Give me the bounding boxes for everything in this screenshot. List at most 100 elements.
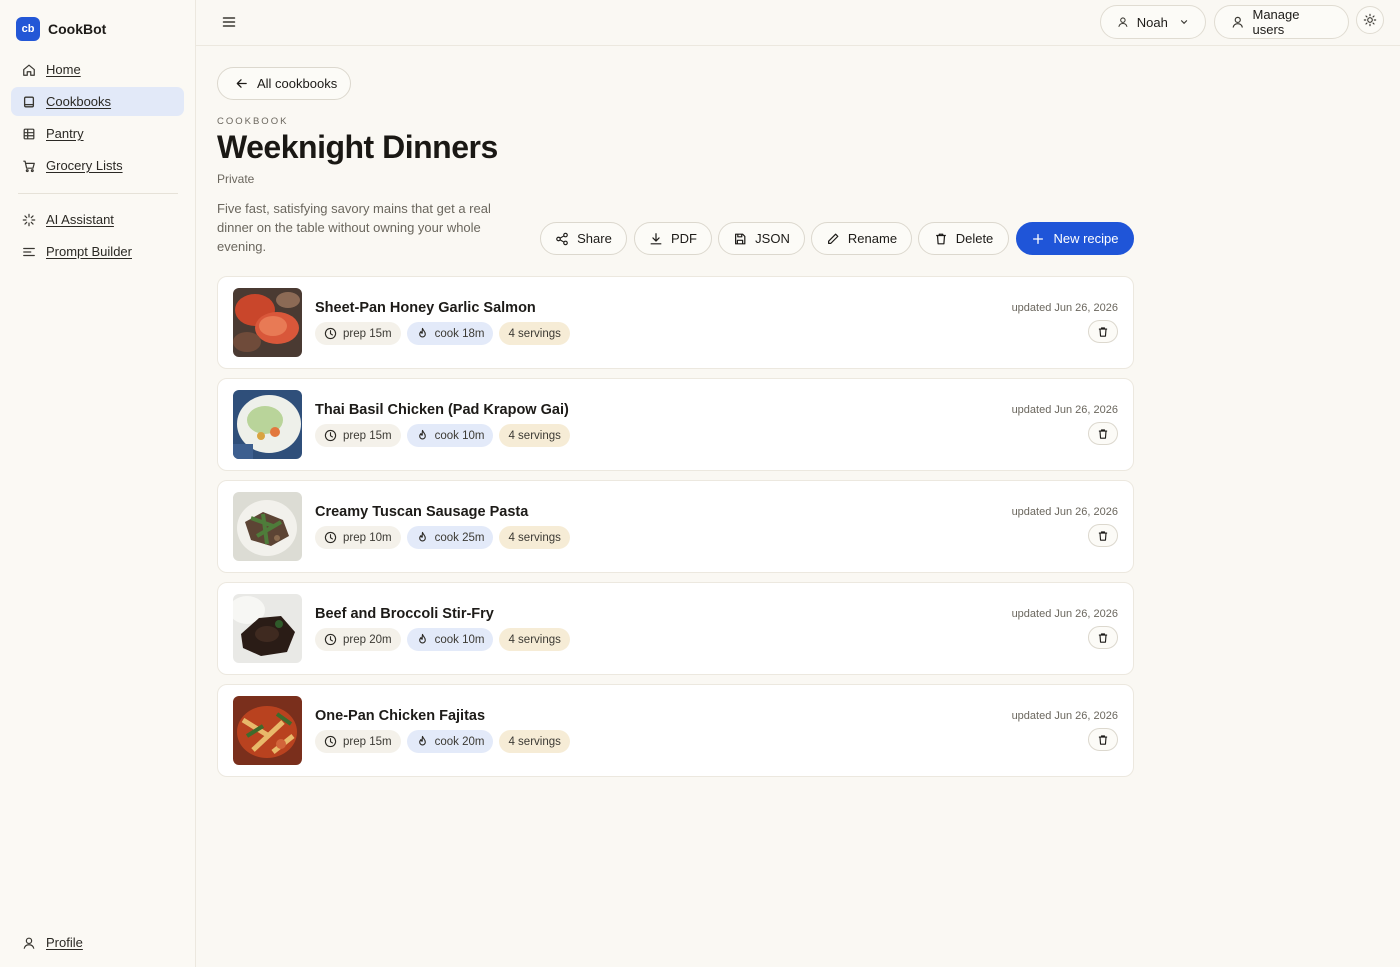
cook-time-label: cook 25m [434,531,485,544]
sidebar-item-label: Grocery Lists [46,158,123,173]
clock-icon [324,429,337,442]
prep-time-label: prep 15m [343,735,392,748]
share-icon [556,232,568,245]
recipe-title: Thai Basil Chicken (Pad Krapow Gai) [315,402,569,418]
recipe-card[interactable]: Creamy Tuscan Sausage Pasta prep 10m coo… [217,480,1134,573]
sidebar-item-home[interactable]: Home [11,55,184,84]
flame-icon [418,633,426,644]
delete-cookbook-button[interactable]: Delete [918,222,1009,255]
clock-icon [324,327,337,340]
recipe-thumbnail [233,594,302,663]
json-label: JSON [755,231,790,246]
recipe-card[interactable]: One-Pan Chicken Fajitas prep 15m cook 20… [217,684,1134,777]
new-recipe-label: New recipe [1053,231,1119,246]
sidebar-item-profile[interactable]: Profile [11,928,184,957]
prep-time-label: prep 20m [343,633,392,646]
pdf-label: PDF [671,231,697,246]
new-recipe-button[interactable]: New recipe [1016,222,1134,255]
lines-icon [23,247,35,256]
servings-label: 4 servings [508,327,561,340]
brand-logo: cb [16,17,40,41]
trash-icon [1098,530,1108,541]
sidebar-item-label: Profile [46,935,83,950]
plus-icon [1033,233,1044,244]
prep-time-chip: prep 15m [315,424,401,447]
rename-label: Rename [847,231,898,246]
delete-recipe-button[interactable] [1088,524,1118,547]
json-button[interactable]: JSON [718,222,805,255]
page-eyebrow: COOKBOOK [217,116,289,127]
trash-icon [1098,326,1108,337]
flame-icon [418,429,426,440]
cook-time-label: cook 20m [434,735,485,748]
user-icon [23,937,35,949]
menu-toggle-button[interactable] [220,14,238,30]
prep-time-chip: prep 15m [315,730,401,753]
delete-recipe-button[interactable] [1088,422,1118,445]
pdf-button[interactable]: PDF [634,222,712,255]
manage-users-button[interactable]: Manage users [1214,5,1349,39]
sidebar-item-label: Prompt Builder [46,244,132,259]
sidebar-divider [18,193,178,194]
recipe-card[interactable]: Sheet-Pan Honey Garlic Salmon prep 15m c… [217,276,1134,369]
recipe-title: One-Pan Chicken Fajitas [315,708,486,724]
back-to-cookbooks-button[interactable]: All cookbooks [217,67,351,100]
updated-date: updated Jun 26, 2026 [1011,710,1118,722]
recipe-title: Creamy Tuscan Sausage Pasta [315,504,529,520]
clock-icon [324,633,337,646]
delete-recipe-button[interactable] [1088,320,1118,343]
updated-date: updated Jun 26, 2026 [1011,404,1118,416]
back-label: All cookbooks [257,76,338,91]
theme-toggle-button[interactable] [1356,6,1384,34]
recipe-card[interactable]: Beef and Broccoli Stir-Fry prep 20m cook… [217,582,1134,675]
recipe-thumbnail [233,288,302,357]
prep-time-chip: prep 20m [315,628,401,651]
sidebar-item-ai-assistant[interactable]: AI Assistant [11,205,184,234]
sidebar-item-prompt-builder[interactable]: Prompt Builder [11,237,184,266]
arrow-left-icon [236,79,247,88]
servings-chip: 4 servings [499,322,570,345]
share-button[interactable]: Share [540,222,627,255]
visibility-label: Private [217,172,255,186]
cook-time-chip: cook 25m [406,526,494,549]
cook-time-label: cook 18m [434,327,485,340]
cook-time-label: cook 10m [434,429,485,442]
recipe-thumbnail [233,492,302,561]
cart-icon [23,160,35,172]
updated-date: updated Jun 26, 2026 [1011,506,1118,518]
recipe-card[interactable]: Thai Basil Chicken (Pad Krapow Gai) prep… [217,378,1134,471]
delete-recipe-button[interactable] [1088,626,1118,649]
servings-chip: 4 servings [499,526,570,549]
sidebar-item-grocery-lists[interactable]: Grocery Lists [11,151,184,180]
trash-icon [1098,632,1108,643]
cook-time-label: cook 10m [434,633,485,646]
sidebar: cb CookBot Home Cookbooks Pantry Grocery… [0,0,196,967]
servings-chip: 4 servings [499,730,570,753]
cook-time-chip: cook 20m [406,730,494,753]
updated-date: updated Jun 26, 2026 [1011,608,1118,620]
trash-icon [1098,428,1108,439]
delete-recipe-button[interactable] [1088,728,1118,751]
prep-time-label: prep 10m [343,531,392,544]
servings-label: 4 servings [508,531,561,544]
prep-time-label: prep 15m [343,429,392,442]
user-icon [1118,17,1128,27]
brand[interactable]: cb CookBot [16,17,106,41]
sun-icon [1363,13,1377,27]
hamburger-icon [222,17,236,27]
sidebar-item-label: Cookbooks [46,94,112,109]
servings-chip: 4 servings [499,424,570,447]
cook-time-chip: cook 18m [406,322,494,345]
sidebar-item-label: AI Assistant [46,212,114,227]
rename-button[interactable]: Rename [811,222,912,255]
recipe-title: Beef and Broccoli Stir-Fry [315,606,494,622]
sidebar-item-cookbooks[interactable]: Cookbooks [11,87,184,116]
home-icon [23,64,35,76]
user-menu-button[interactable]: Noah [1100,5,1206,39]
cook-time-chip: cook 10m [406,628,494,651]
updated-date: updated Jun 26, 2026 [1011,302,1118,314]
prep-time-chip: prep 15m [315,322,401,345]
cook-time-chip: cook 10m [406,424,494,447]
manage-users-label: Manage users [1252,7,1300,37]
sidebar-item-pantry[interactable]: Pantry [11,119,184,148]
